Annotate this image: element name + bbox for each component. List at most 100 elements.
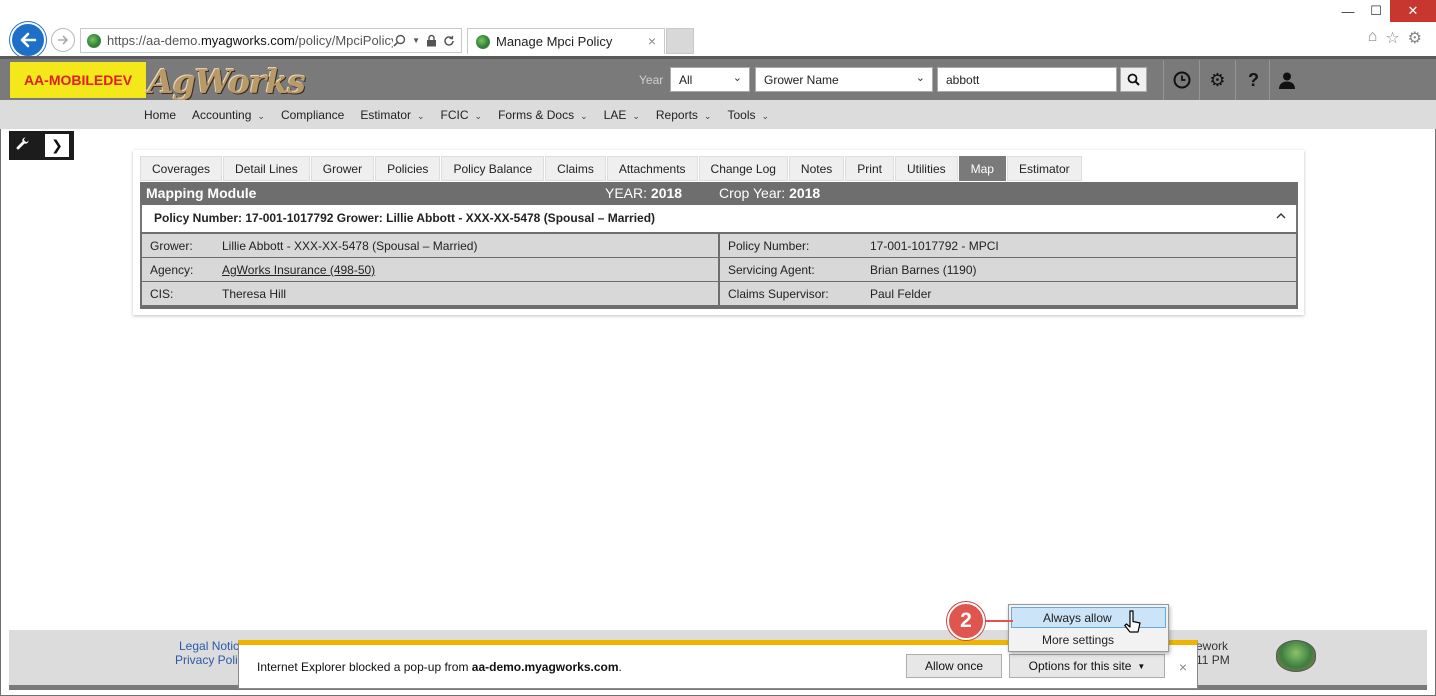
claims-supervisor-label: Claims Supervisor:	[728, 287, 829, 301]
nav-item-label: Reports	[655, 108, 698, 122]
tab-close-icon[interactable]: ×	[648, 33, 656, 49]
popup-blocked-message: Internet Explorer blocked a pop-up from …	[257, 660, 622, 674]
browser-tab[interactable]: Manage Mpci Policy ×	[467, 28, 665, 54]
nav-item-reports[interactable]: Reports ⌄	[656, 108, 712, 122]
policy-header-text: Policy Number: 17-001-1017792 Grower: Li…	[154, 211, 656, 225]
cis-label: CIS:	[150, 287, 174, 301]
home-icon[interactable]: ⌂	[1368, 28, 1378, 48]
minimize-button[interactable]: —	[1334, 0, 1362, 22]
wrench-icon[interactable]	[16, 137, 29, 153]
allow-once-button[interactable]: Allow once	[906, 654, 1002, 678]
search-button[interactable]	[1120, 67, 1147, 92]
help-button[interactable]: ?	[1235, 60, 1271, 100]
info-cell: Agency: AgWorks Insurance (498-50)	[142, 258, 718, 281]
tab-claims[interactable]: Claims	[545, 156, 606, 181]
settings-button[interactable]: ⚙	[1199, 60, 1235, 100]
module-year: YEAR: 2018	[605, 185, 683, 201]
history-button[interactable]	[1163, 60, 1199, 100]
new-tab-button[interactable]	[666, 28, 694, 54]
dropdown-arrow-icon[interactable]: ▼	[412, 36, 420, 45]
nav-item-accounting[interactable]: Accounting ⌄	[192, 108, 265, 122]
nav-item-fcic[interactable]: FCIC ⌄	[441, 108, 483, 122]
legal-notice-link[interactable]: Legal Notic	[179, 639, 239, 653]
policy-number-label: Policy Number:	[728, 239, 810, 253]
nav-item-label: Home	[144, 108, 177, 122]
expand-panel-button[interactable]: ❯	[45, 134, 69, 157]
search-icon[interactable]	[393, 34, 406, 47]
address-bar[interactable]: https://aa-demo.myagworks.com/policy/Mpc…	[80, 28, 462, 53]
tab-policy-balance[interactable]: Policy Balance	[441, 156, 545, 181]
info-row: CIS: Theresa Hill Claims Supervisor: Pau…	[142, 282, 1296, 305]
main-nav: Home Accounting ⌄ Compliance Estimator ⌄ FCIC ⌄…	[144, 108, 785, 122]
chevron-down-icon: ⌄	[257, 111, 265, 121]
policy-info-table: Grower: Lillie Abbott - XXX-XX-5478 (Spo…	[140, 232, 1298, 309]
settings-gear-icon[interactable]: ⚙	[1408, 28, 1422, 48]
tab-detail-lines[interactable]: Detail Lines	[223, 156, 310, 181]
address-url: https://aa-demo.myagworks.com/policy/Mpc…	[107, 33, 394, 48]
favorites-star-icon[interactable]: ☆	[1385, 28, 1399, 48]
chevron-down-icon: ⌄	[632, 111, 640, 121]
collapse-chevron-up-icon[interactable]	[1276, 209, 1286, 223]
notification-close-icon[interactable]: ×	[1179, 659, 1187, 675]
tab-map[interactable]: Map	[958, 156, 1006, 181]
tab-utilities[interactable]: Utilities	[894, 156, 958, 181]
options-label: Options for this site	[1028, 659, 1132, 673]
nav-item-lae[interactable]: LAE ⌄	[604, 108, 640, 122]
cis-value: Theresa Hill	[222, 287, 287, 301]
chevron-down-icon: ⌄	[580, 111, 588, 121]
environment-badge: AA-MOBILEDEV	[9, 61, 147, 99]
tab-favicon-icon	[476, 34, 490, 49]
options-dropdown-menu: Always allow More settings	[1008, 604, 1169, 652]
user-icon	[1278, 72, 1295, 89]
nav-item-estimator[interactable]: Estimator ⌄	[360, 108, 424, 122]
site-favicon-icon	[87, 33, 101, 48]
caret-down-icon: ▼	[1137, 661, 1146, 671]
options-for-this-site-button[interactable]: Options for this site ▼	[1009, 654, 1165, 678]
grower-value: Lillie Abbott - XXX-XX-5478 (Spousal – M…	[222, 239, 478, 253]
chevron-down-icon: ⌄	[732, 72, 742, 84]
agworks-footer-logo	[1276, 640, 1316, 672]
agworks-logo[interactable]: AgWorks	[148, 62, 306, 101]
privacy-policy-link[interactable]: Privacy Poli	[175, 653, 238, 667]
tab-print[interactable]: Print	[845, 156, 894, 181]
nav-item-label: Compliance	[280, 108, 345, 122]
nav-item-label: LAE	[603, 108, 627, 122]
maximize-button[interactable]: ☐	[1362, 0, 1390, 22]
tab-notes[interactable]: Notes	[788, 156, 845, 181]
info-cell: Policy Number: 17-001-1017792 - MPCI	[720, 234, 1296, 257]
tab-coverages[interactable]: Coverages	[140, 156, 223, 181]
module-crop-year: Crop Year: 2018	[719, 185, 821, 201]
search-icon	[1127, 73, 1140, 86]
policy-number-value: 17-001-1017792 - MPCI	[870, 239, 999, 253]
claims-supervisor-value: Paul Felder	[870, 287, 932, 301]
nav-item-compliance[interactable]: Compliance	[281, 108, 344, 122]
year-select[interactable]: All ⌄	[670, 67, 750, 92]
search-input[interactable]: abbott	[937, 67, 1117, 92]
tab-title: Manage Mpci Policy	[496, 34, 613, 49]
year-select-value: All	[679, 72, 693, 87]
agency-label: Agency:	[150, 263, 194, 277]
tab-estimator[interactable]: Estimator	[1006, 156, 1082, 181]
tab-policies[interactable]: Policies	[375, 156, 441, 181]
forward-button[interactable]	[51, 28, 75, 52]
forward-arrow-icon	[58, 35, 69, 45]
nav-item-forms-docs[interactable]: Forms & Docs ⌄	[498, 108, 588, 122]
chevron-down-icon: ⌄	[761, 111, 770, 121]
tab-grower[interactable]: Grower	[310, 156, 375, 181]
policy-header[interactable]: Policy Number: 17-001-1017792 Grower: Li…	[140, 205, 1298, 232]
search-type-select[interactable]: Grower Name ⌄	[755, 67, 933, 92]
nav-item-label: Forms & Docs	[498, 108, 575, 122]
tab-attachments[interactable]: Attachments	[606, 156, 698, 181]
tab-change-log[interactable]: Change Log	[698, 156, 788, 181]
refresh-icon[interactable]	[443, 35, 455, 47]
info-row: Agency: AgWorks Insurance (498-50) Servi…	[142, 258, 1296, 281]
nav-item-tools[interactable]: Tools ⌄	[727, 108, 769, 122]
close-window-button[interactable]: ✕	[1390, 0, 1436, 22]
servicing-agent-label: Servicing Agent:	[728, 263, 815, 277]
agency-link[interactable]: AgWorks Insurance (498-50)	[222, 263, 375, 277]
back-button[interactable]	[10, 22, 46, 58]
year-label: Year	[639, 73, 664, 87]
chevron-down-icon: ⌄	[915, 72, 925, 84]
user-button[interactable]	[1269, 60, 1303, 100]
nav-item-home[interactable]: Home	[144, 108, 176, 122]
